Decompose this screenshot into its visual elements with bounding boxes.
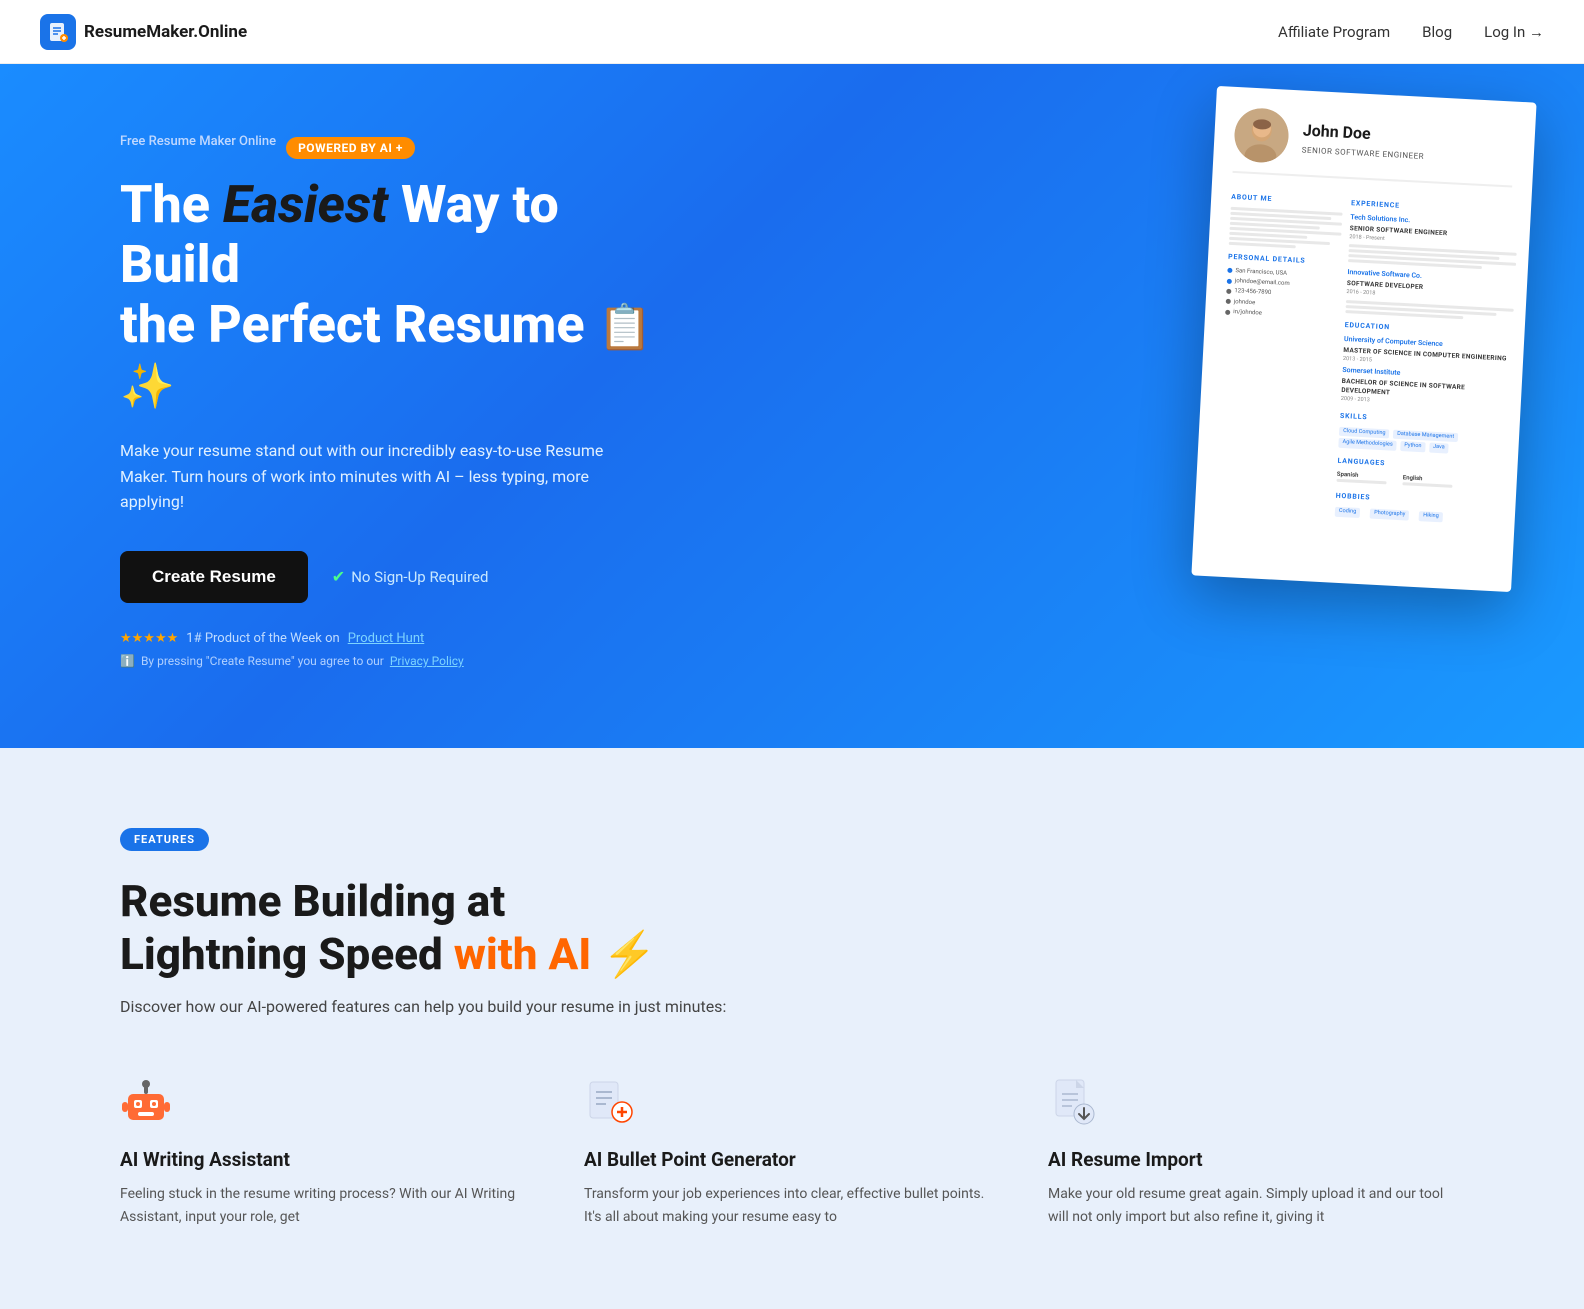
- hero-label: Free Resume Maker Online: [120, 134, 276, 149]
- no-signup-label: ✔ No Sign-Up Required: [332, 567, 489, 586]
- resume-body: ABOUT ME PERSONAL DETAILS San Francisco,…: [1215, 185, 1512, 526]
- logo-icon: [40, 14, 76, 50]
- features-badge: FEATURES: [120, 828, 209, 851]
- doc-icon: [1048, 1076, 1104, 1132]
- features-title: Resume Building at Lightning Speed with …: [120, 875, 1464, 981]
- feature1-name: AI Writing Assistant: [120, 1148, 536, 1171]
- hero-cta: Create Resume ✔ No Sign-Up Required: [120, 551, 680, 603]
- navbar: ResumeMaker.Online Affiliate Program Blo…: [0, 0, 1584, 64]
- about-label: ABOUT ME: [1231, 193, 1343, 209]
- privacy-policy-link[interactable]: Privacy Policy: [390, 654, 464, 668]
- hero-description: Make your resume stand out with our incr…: [120, 438, 620, 515]
- feature-resume-import: AI Resume Import Make your old resume gr…: [1048, 1076, 1464, 1229]
- resume-card-wrapper: John Doe SENIOR SOFTWARE ENGINEER ABOUT …: [1191, 86, 1536, 592]
- resume-avatar: [1233, 107, 1290, 164]
- product-hunt-link[interactable]: Product Hunt: [348, 631, 425, 646]
- hero-rating: ★★★★★ 1# Product of the Week on Product …: [120, 631, 680, 646]
- feature1-desc: Feeling stuck in the resume writing proc…: [120, 1183, 536, 1229]
- feature3-name: AI Resume Import: [1048, 1148, 1464, 1171]
- resume-card: John Doe SENIOR SOFTWARE ENGINEER ABOUT …: [1191, 86, 1536, 592]
- resume-header: John Doe SENIOR SOFTWARE ENGINEER: [1233, 107, 1516, 188]
- resume-name-block: John Doe SENIOR SOFTWARE ENGINEER: [1302, 120, 1426, 162]
- skills-badges: Cloud Computing Database Management Agil…: [1338, 426, 1507, 458]
- resume-right-col: EXPERIENCE Tech Solutions Inc. SENIOR SO…: [1335, 191, 1520, 526]
- create-resume-button[interactable]: Create Resume: [120, 551, 308, 603]
- hero-privacy: ℹ️ By pressing "Create Resume" you agree…: [120, 654, 680, 668]
- affiliate-link[interactable]: Affiliate Program: [1278, 23, 1390, 41]
- hero-section: Free Resume Maker Online POWERED BY AI +…: [0, 64, 1584, 748]
- feature-bullet-gen: AI Bullet Point Generator Transform your…: [584, 1076, 1000, 1229]
- features-description: Discover how our AI-powered features can…: [120, 997, 820, 1016]
- logo-text: ResumeMaker.Online: [84, 22, 247, 42]
- feature3-desc: Make your old resume great again. Simply…: [1048, 1183, 1464, 1229]
- ai-badge: POWERED BY AI +: [286, 137, 415, 159]
- robot-icon: [120, 1076, 176, 1132]
- resume-left-col: ABOUT ME PERSONAL DETAILS San Francisco,…: [1215, 185, 1344, 517]
- personal-label: PERSONAL DETAILS: [1228, 253, 1340, 269]
- feature2-desc: Transform your job experiences into clea…: [584, 1183, 1000, 1229]
- stars-icon: ★★★★★: [120, 631, 178, 646]
- login-button[interactable]: Log In →: [1484, 23, 1544, 41]
- check-icon: ✔: [332, 567, 345, 586]
- hero-title: The Easiest Way to Build the Perfect Res…: [120, 175, 680, 414]
- logo[interactable]: ResumeMaker.Online: [40, 14, 247, 50]
- nav-links: Affiliate Program Blog Log In →: [1278, 23, 1544, 41]
- blog-link[interactable]: Blog: [1422, 23, 1452, 41]
- feature2-name: AI Bullet Point Generator: [584, 1148, 1000, 1171]
- info-icon: ℹ️: [120, 654, 135, 668]
- pen-icon: [584, 1076, 640, 1132]
- hero-content: Free Resume Maker Online POWERED BY AI +…: [120, 124, 680, 668]
- features-section: FEATURES Resume Building at Lightning Sp…: [0, 748, 1584, 1309]
- feature-ai-writing: AI Writing Assistant Feeling stuck in th…: [120, 1076, 536, 1229]
- features-grid: AI Writing Assistant Feeling stuck in th…: [120, 1076, 1464, 1229]
